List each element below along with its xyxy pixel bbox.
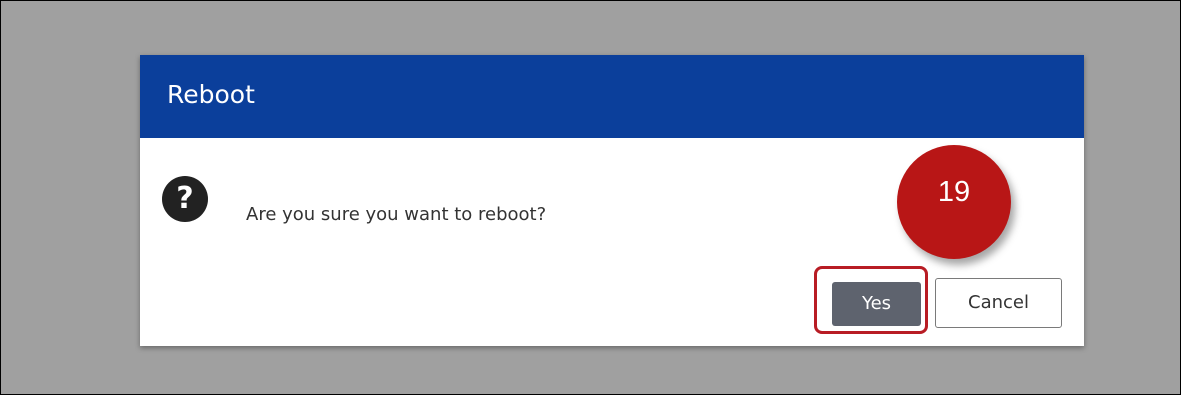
dialog-title: Reboot: [167, 80, 255, 109]
cancel-button[interactable]: Cancel: [935, 278, 1062, 328]
dialog-message: Are you sure you want to reboot?: [246, 204, 547, 225]
step-number-badge: 19: [897, 145, 1011, 259]
step-number: 19: [937, 176, 971, 208]
question-icon: ?: [162, 176, 208, 222]
dialog-header: Reboot: [140, 55, 1084, 138]
yes-button[interactable]: Yes: [832, 282, 921, 326]
